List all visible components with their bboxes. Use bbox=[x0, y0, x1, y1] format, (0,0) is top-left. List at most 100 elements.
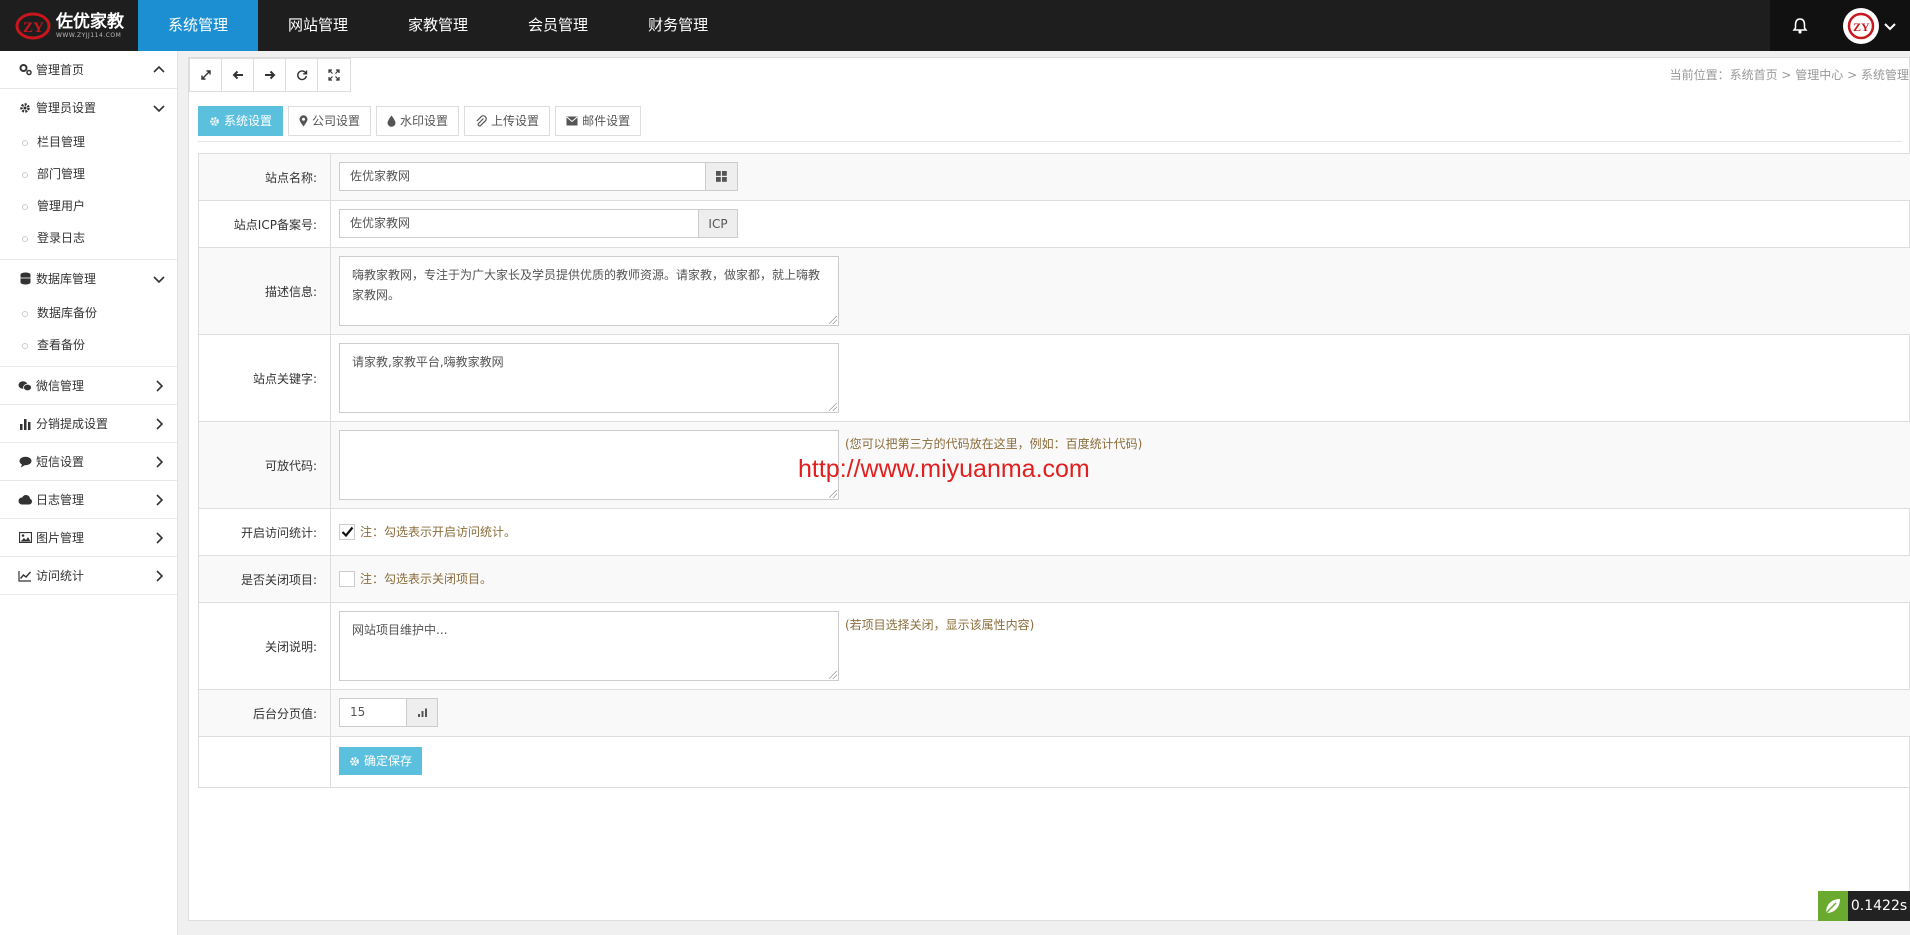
tint-icon bbox=[387, 115, 396, 127]
form-row-page-size: 后台分页值: 15 bbox=[198, 690, 1910, 737]
tab-divider bbox=[198, 141, 1902, 142]
icp-label: 站点ICP备案号: bbox=[199, 201, 331, 247]
nav-tutoring[interactable]: 家教管理 bbox=[378, 0, 498, 51]
refresh-button[interactable] bbox=[286, 59, 318, 91]
tab-label: 邮件设置 bbox=[582, 114, 631, 128]
site-name-addon[interactable] bbox=[705, 163, 737, 190]
tab-watermark[interactable]: 水印设置 bbox=[376, 106, 460, 136]
keywords-textarea[interactable]: 请家教,家教平台,嗨教家教网 bbox=[339, 343, 839, 413]
wechat-icon bbox=[18, 379, 32, 393]
fullscreen-button[interactable] bbox=[318, 59, 350, 91]
tab-label: 水印设置 bbox=[400, 114, 449, 128]
sidebar-item-home[interactable]: 管理首页 bbox=[0, 51, 177, 88]
code-textarea[interactable] bbox=[339, 430, 839, 500]
breadcrumb-separator-icon: > bbox=[1777, 68, 1796, 82]
nav-members[interactable]: 会员管理 bbox=[498, 0, 618, 51]
logo-icon: ZY bbox=[14, 11, 52, 41]
tab-system[interactable]: 系统设置 bbox=[198, 106, 284, 136]
chevron-up-icon bbox=[153, 65, 165, 73]
sidebar-item-sms[interactable]: 短信设置 bbox=[0, 443, 177, 480]
gear-icon bbox=[350, 756, 359, 766]
page-size-addon[interactable] bbox=[406, 699, 437, 726]
tab-label: 公司设置 bbox=[312, 114, 361, 128]
brand-logo[interactable]: ZY 佐优家教 WWW.ZYJJ114.COM bbox=[14, 8, 134, 44]
sidebar-item-wechat[interactable]: 微信管理 bbox=[0, 367, 177, 404]
tab-mail[interactable]: 邮件设置 bbox=[555, 106, 642, 136]
resize-icon bbox=[200, 70, 211, 80]
arrow-right-icon bbox=[264, 70, 275, 80]
timer-value: 0.1422s bbox=[1848, 891, 1910, 921]
svg-text:ZY: ZY bbox=[1853, 20, 1870, 34]
breadcrumb-item[interactable]: 管理中心 bbox=[1795, 68, 1843, 82]
chevron-right-icon bbox=[156, 456, 164, 468]
chevron-right-icon bbox=[156, 570, 164, 582]
sidebar-item-database[interactable]: 数据库管理 bbox=[0, 260, 177, 297]
top-bar: ZY 佐优家教 WWW.ZYJJ114.COM 系统管理 网站管理 家教管理 会… bbox=[0, 0, 1910, 51]
tab-upload[interactable]: 上传设置 bbox=[464, 106, 551, 136]
sidebar-label: 数据库管理 bbox=[36, 272, 97, 286]
site-name-input[interactable]: 佐优家教网 bbox=[340, 163, 705, 190]
gear-icon bbox=[18, 101, 32, 115]
chevron-right-icon bbox=[156, 418, 164, 430]
sidebar-item-visits[interactable]: 访问统计 bbox=[0, 557, 177, 594]
save-label: 确定保存 bbox=[364, 754, 413, 768]
stats-checkbox[interactable] bbox=[339, 524, 355, 540]
nav-finance[interactable]: 财务管理 bbox=[618, 0, 738, 51]
nav-website[interactable]: 网站管理 bbox=[258, 0, 378, 51]
chevron-down-icon bbox=[153, 276, 165, 284]
breadcrumb-separator-icon: > bbox=[1843, 68, 1861, 82]
resize-button[interactable] bbox=[190, 59, 222, 91]
form-row-actions: 确定保存 bbox=[198, 737, 1910, 788]
breadcrumb-item[interactable]: 系统首页 bbox=[1730, 68, 1778, 82]
brand-title: 佐优家教 bbox=[56, 12, 124, 32]
breadcrumb: 当前位置：系统首页 > 管理中心 > 系统管理 bbox=[1670, 66, 1909, 83]
tab-company[interactable]: 公司设置 bbox=[288, 106, 372, 136]
sidebar-item-view-backup[interactable]: 查看备份 bbox=[0, 329, 177, 361]
sidebar-item-users[interactable]: 管理用户 bbox=[0, 190, 177, 222]
paperclip-icon bbox=[475, 115, 487, 127]
description-textarea[interactable]: 嗨教家教网，专注于为广大家长及学员提供优质的教师资源。请家教，做家都，就上嗨教家… bbox=[339, 256, 839, 326]
breadcrumb-item: 系统管理 bbox=[1860, 68, 1909, 82]
close-message-textarea[interactable]: 网站项目维护中... bbox=[339, 611, 839, 681]
chevron-right-icon bbox=[156, 380, 164, 392]
sidebar-item-login-log[interactable]: 登录日志 bbox=[0, 222, 177, 254]
close-label: 是否关闭项目: bbox=[199, 556, 331, 602]
sidebar-item-departments[interactable]: 部门管理 bbox=[0, 158, 177, 190]
svg-text:ZY: ZY bbox=[23, 20, 44, 36]
envelope-icon bbox=[566, 116, 578, 126]
forward-button[interactable] bbox=[254, 59, 286, 91]
chevron-right-icon bbox=[156, 494, 164, 506]
sidebar: 管理首页 管理员设置 栏目管理 部门管理 管理用户 登录日志 数据库管理 数据库… bbox=[0, 51, 178, 935]
refresh-icon bbox=[296, 70, 307, 81]
icp-addon: ICP bbox=[698, 210, 737, 237]
form-row-site-name: 站点名称: 佐优家教网 bbox=[198, 154, 1910, 201]
sidebar-label: 管理员设置 bbox=[36, 101, 97, 115]
breadcrumb-prefix: 当前位置： bbox=[1669, 68, 1730, 82]
comment-icon bbox=[18, 455, 32, 469]
stats-note: 注：勾选表示开启访问统计。 bbox=[360, 525, 517, 539]
sidebar-item-images[interactable]: 图片管理 bbox=[0, 519, 177, 556]
nav-system[interactable]: 系统管理 bbox=[138, 0, 259, 51]
sidebar-label: 短信设置 bbox=[36, 455, 85, 469]
cogs-icon bbox=[18, 63, 32, 77]
checkmark-icon bbox=[341, 526, 353, 538]
icp-input[interactable]: 佐优家教网 bbox=[340, 210, 698, 237]
close-checkbox[interactable] bbox=[339, 571, 355, 587]
main-panel: 当前位置：系统首页 > 管理中心 > 系统管理 系统设置 公司设置 水印设置 上… bbox=[188, 57, 1910, 921]
sidebar-item-db-backup[interactable]: 数据库备份 bbox=[0, 297, 177, 329]
load-timer: 0.1422s bbox=[1818, 891, 1910, 921]
user-menu[interactable]: ZY bbox=[1830, 0, 1910, 51]
sidebar-item-logs[interactable]: 日志管理 bbox=[0, 481, 177, 518]
page-size-input[interactable]: 15 bbox=[340, 699, 406, 726]
save-button[interactable]: 确定保存 bbox=[339, 747, 423, 775]
tab-label: 系统设置 bbox=[224, 114, 273, 128]
sidebar-item-columns[interactable]: 栏目管理 bbox=[0, 126, 177, 158]
sidebar-item-admin[interactable]: 管理员设置 bbox=[0, 89, 177, 126]
bar-chart-icon bbox=[18, 417, 32, 431]
back-button[interactable] bbox=[222, 59, 254, 91]
sidebar-label: 分销提成设置 bbox=[36, 417, 109, 431]
sidebar-item-distribution[interactable]: 分销提成设置 bbox=[0, 405, 177, 442]
notification-button[interactable] bbox=[1770, 0, 1830, 51]
close-message-label: 关闭说明: bbox=[199, 603, 331, 689]
database-icon bbox=[18, 272, 32, 286]
